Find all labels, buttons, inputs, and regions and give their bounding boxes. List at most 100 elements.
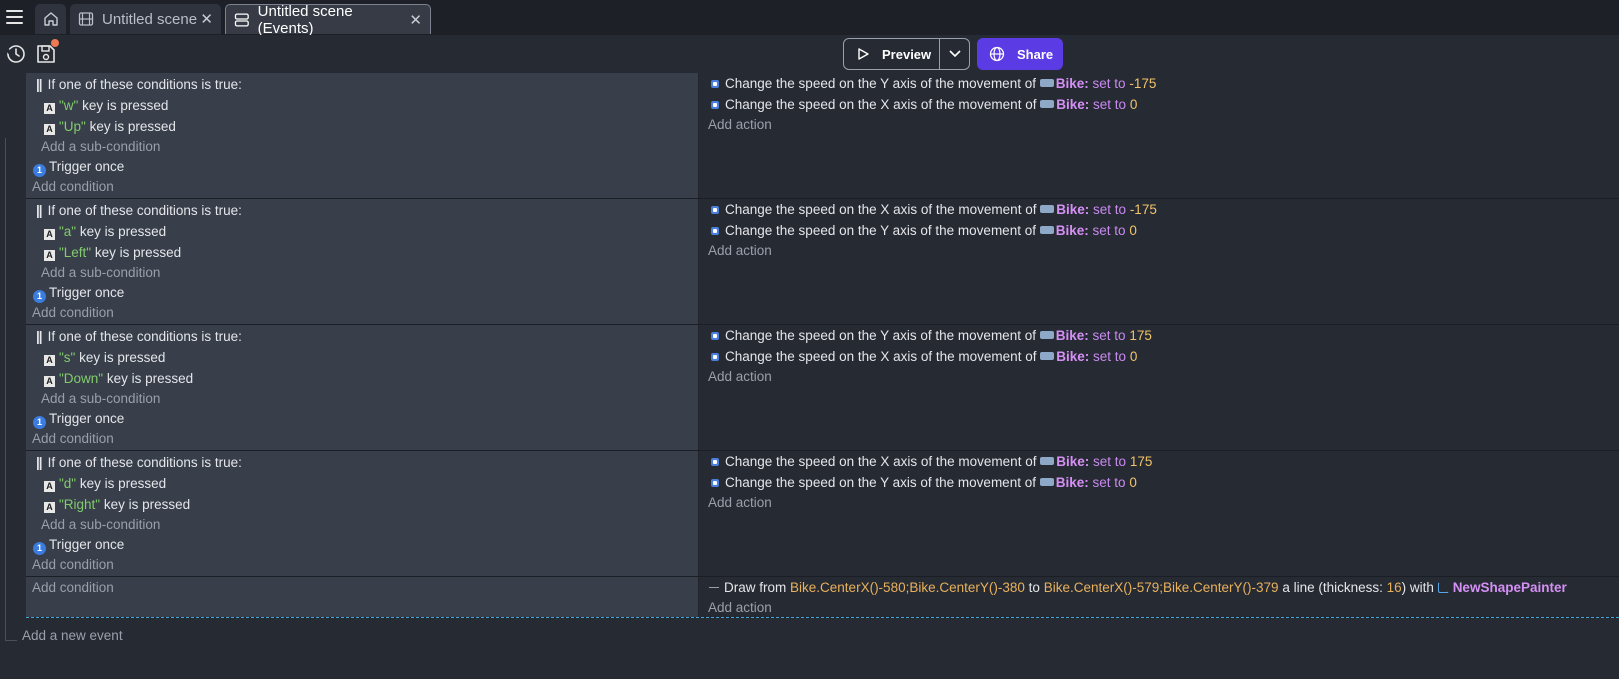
action-text: to — [1028, 580, 1040, 595]
sub-condition[interactable]: A "Left" key is pressed — [44, 243, 181, 263]
preview-options-button[interactable] — [940, 50, 969, 58]
action-text: Change the speed on the X axis of the mo… — [725, 349, 1037, 364]
conditions-column[interactable]: || If one of these conditions is true: A "… — [26, 451, 699, 576]
events-list-icon — [234, 12, 249, 27]
key-name: "Right" — [59, 497, 101, 512]
trigger-once-condition[interactable]: 1 Trigger once — [33, 283, 124, 303]
event-block[interactable]: || If one of these conditions is true: A "… — [26, 73, 1619, 199]
sub-condition[interactable]: A "a" key is pressed — [44, 222, 166, 242]
actions-column[interactable]: Change the speed on the X axis of the mo… — [699, 199, 1619, 324]
conditions-column[interactable]: Add condition — [26, 577, 699, 617]
action-row[interactable]: Change the speed on the X axis of the mo… — [709, 200, 1157, 220]
add-sub-condition-link[interactable]: Add a sub-condition — [41, 137, 160, 157]
add-sub-condition-link[interactable]: Add a sub-condition — [41, 389, 160, 409]
trigger-once-icon: 1 — [33, 416, 46, 429]
value: 175 — [1129, 454, 1153, 469]
value: 0 — [1129, 223, 1137, 238]
add-action-link[interactable]: Add action — [708, 367, 772, 387]
tab-events[interactable]: Untitled scene (Events) ✕ — [225, 3, 431, 37]
value: -175 — [1129, 202, 1157, 217]
save-icon[interactable] — [35, 39, 59, 65]
operator: set to — [1092, 223, 1126, 238]
shape-painter-icon — [1437, 582, 1449, 593]
sub-condition[interactable]: A "d" key is pressed — [44, 474, 166, 494]
condition-text: key is pressed — [79, 350, 166, 365]
hamburger-menu-icon[interactable] — [4, 6, 26, 28]
tab-home[interactable] — [35, 4, 66, 34]
action-text: Change the speed on the Y axis of the mo… — [725, 475, 1036, 490]
actions-column[interactable]: Change the speed on the X axis of the mo… — [699, 451, 1619, 576]
action-row[interactable]: Change the speed on the Y axis of the mo… — [709, 74, 1156, 94]
event-block[interactable]: || If one of these conditions is true: A "… — [26, 199, 1619, 325]
tab-scene[interactable]: Untitled scene ✕ — [70, 4, 221, 34]
actions-column[interactable]: Change the speed on the Y axis of the mo… — [699, 325, 1619, 450]
add-action-link[interactable]: Add action — [708, 115, 772, 135]
trigger-once-condition[interactable]: 1 Trigger once — [33, 157, 124, 177]
key-name: "Down" — [59, 371, 104, 386]
operator: set to — [1093, 454, 1127, 469]
action-row[interactable]: Change the speed on the X axis of the mo… — [709, 95, 1137, 115]
conditions-column[interactable]: || If one of these conditions is true: A "… — [26, 199, 699, 324]
object-icon — [1040, 205, 1055, 213]
action-text: Draw from — [724, 580, 787, 595]
close-icon[interactable]: ✕ — [409, 11, 422, 29]
or-condition[interactable]: || If one of these conditions is true: — [36, 453, 242, 473]
operator: set to — [1093, 349, 1127, 364]
condition-text: key is pressed — [103, 497, 191, 512]
play-icon — [858, 48, 869, 60]
history-icon[interactable] — [5, 43, 27, 65]
add-condition-link[interactable]: Add condition — [32, 177, 114, 197]
movement-icon — [709, 456, 721, 468]
share-button[interactable]: Share — [977, 38, 1063, 70]
add-action-link[interactable]: Add action — [708, 241, 772, 261]
trigger-once-condition[interactable]: 1 Trigger once — [33, 409, 124, 429]
sub-condition[interactable]: A "Right" key is pressed — [44, 495, 190, 515]
conditions-column[interactable]: || If one of these conditions is true: A "… — [26, 325, 699, 450]
key-name: "Left" — [59, 245, 92, 260]
action-row[interactable]: Change the speed on the Y axis of the mo… — [709, 473, 1137, 493]
action-row[interactable]: Change the speed on the X axis of the mo… — [709, 347, 1137, 367]
event-block[interactable]: || If one of these conditions is true: A "… — [26, 325, 1619, 451]
trigger-once-icon: 1 — [33, 542, 46, 555]
add-action-link[interactable]: Add action — [708, 598, 772, 618]
add-condition-link[interactable]: Add condition — [32, 303, 114, 323]
tree-connector — [5, 640, 17, 641]
keyboard-icon: A — [44, 124, 55, 135]
add-condition-link[interactable]: Add condition — [32, 555, 114, 575]
add-sub-condition-link[interactable]: Add a sub-condition — [41, 515, 160, 535]
add-sub-condition-link[interactable]: Add a sub-condition — [41, 263, 160, 283]
or-condition[interactable]: || If one of these conditions is true: — [36, 75, 242, 95]
globe-icon — [989, 46, 1005, 62]
or-icon: || — [36, 77, 42, 92]
event-block[interactable]: || If one of these conditions is true: A "… — [26, 451, 1619, 577]
close-icon[interactable]: ✕ — [200, 10, 213, 28]
sub-condition[interactable]: A "Down" key is pressed — [44, 369, 193, 389]
object-name: Bike — [1056, 454, 1085, 469]
draw-line-action[interactable]: Draw from Bike.CenterX()-580;Bike.Center… — [709, 578, 1567, 598]
draw-event-block[interactable]: Add condition Draw from Bike.CenterX()-5… — [26, 577, 1619, 618]
actions-column[interactable]: Draw from Bike.CenterX()-580;Bike.Center… — [699, 577, 1619, 617]
or-condition[interactable]: || If one of these conditions is true: — [36, 327, 242, 347]
action-row[interactable]: Change the speed on the X axis of the mo… — [709, 452, 1152, 472]
add-condition-link[interactable]: Add condition — [32, 578, 114, 598]
trigger-once-condition[interactable]: 1 Trigger once — [33, 535, 124, 555]
add-new-event-link[interactable]: Add a new event — [22, 626, 123, 646]
movement-icon — [709, 225, 721, 237]
sub-condition[interactable]: A "s" key is pressed — [44, 348, 165, 368]
conditions-column[interactable]: || If one of these conditions is true: A "… — [26, 73, 699, 198]
action-row[interactable]: Change the speed on the Y axis of the mo… — [709, 221, 1137, 241]
sub-condition[interactable]: A "w" key is pressed — [44, 96, 168, 116]
action-row[interactable]: Change the speed on the Y axis of the mo… — [709, 326, 1152, 346]
expression: Bike.CenterX()-580;Bike.CenterY()-380 — [790, 580, 1025, 595]
or-condition[interactable]: || If one of these conditions is true: — [36, 201, 242, 221]
actions-column[interactable]: Change the speed on the Y axis of the mo… — [699, 73, 1619, 198]
add-action-link[interactable]: Add action — [708, 493, 772, 513]
preview-button[interactable]: Preview — [844, 39, 940, 69]
add-condition-link[interactable]: Add condition — [32, 429, 114, 449]
keyboard-icon: A — [44, 502, 55, 513]
line-icon — [709, 587, 719, 588]
object-name: Bike — [1055, 475, 1085, 490]
value: 175 — [1129, 328, 1152, 343]
operator: set to — [1092, 328, 1126, 343]
sub-condition[interactable]: A "Up" key is pressed — [44, 117, 176, 137]
